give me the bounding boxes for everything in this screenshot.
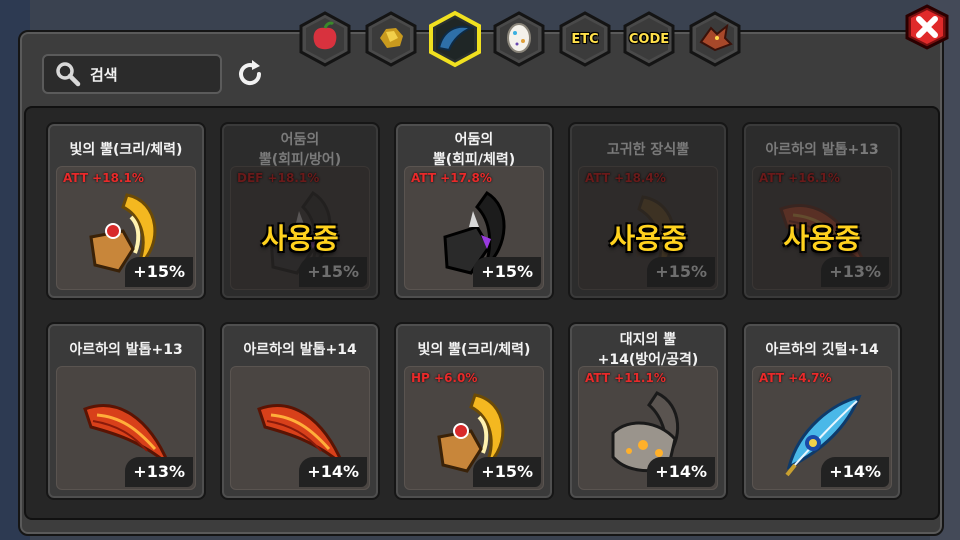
item-name: 대지의 뿔 +14(방어/공격): [597, 332, 699, 368]
red-fruit-icon: [308, 20, 342, 58]
item-name: 어둠의 뿔(회피/체력): [432, 132, 516, 168]
item-percent: +15%: [125, 257, 193, 287]
item-card[interactable]: 아르하의 발톱+14 +14%: [220, 322, 380, 500]
item-card[interactable]: 아르하의 발톱+13 ATT +16.1% 사용중 +13%: [742, 122, 902, 300]
item-stat: ATT +18.1%: [63, 171, 144, 185]
item-name: 아르하의 발톱+13: [765, 142, 879, 158]
refresh-icon: [239, 60, 262, 86]
item-slot: ATT +16.1% 사용중 +13%: [752, 166, 892, 290]
item-percent: +13%: [125, 457, 193, 487]
item-stat: ATT +16.1%: [759, 171, 840, 185]
item-percent: +15%: [473, 457, 541, 487]
item-slot: ATT +17.8% +15%: [404, 166, 544, 290]
tab-label: CODE: [628, 31, 670, 47]
item-card[interactable]: 고귀한 장식뿔 ATT +18.4% 사용중 +15%: [568, 122, 728, 300]
item-name: 어둠의 뿔(회피/방어): [258, 132, 342, 168]
item-card[interactable]: 빛의 뿔(크리/체력) HP +6.0% +15%: [394, 322, 554, 500]
item-stat: ATT +4.7%: [759, 371, 832, 385]
refresh-button[interactable]: [232, 56, 268, 92]
blue-horn-icon: [435, 20, 475, 58]
item-percent: +14%: [299, 457, 367, 487]
item-slot: ATT +11.1% +14%: [578, 366, 718, 490]
item-percent: +13%: [821, 257, 889, 287]
item-stat: DEF +18.1%: [237, 171, 320, 185]
item-name: 아르하의 발톱+13: [69, 342, 183, 358]
in-use-label: 사용중: [609, 222, 687, 255]
item-card[interactable]: 아르하의 깃털+14 ATT +4.7% +14%: [742, 322, 902, 500]
item-stat: ATT +11.1%: [585, 371, 666, 385]
fruit-tab[interactable]: [296, 10, 354, 68]
item-stat: HP +6.0%: [411, 371, 478, 385]
close-icon: [905, 4, 949, 50]
dragon-tab[interactable]: [686, 10, 744, 68]
item-card[interactable]: 빛의 뿔(크리/체력) ATT +18.1% +15%: [46, 122, 206, 300]
item-slot: ATT +18.4% 사용중 +15%: [578, 166, 718, 290]
item-slot: +13%: [56, 366, 196, 490]
search-field[interactable]: 검색: [42, 54, 222, 94]
item-name: 고귀한 장식뿔: [606, 142, 690, 158]
horn-tab[interactable]: [426, 10, 484, 68]
gold-ore-icon: [374, 20, 408, 58]
tab-label: ETC: [571, 31, 599, 47]
item-slot: DEF +18.1% 사용중 +15%: [230, 166, 370, 290]
item-name: 아르하의 깃털+14: [765, 342, 879, 358]
code-tab[interactable]: CODE: [620, 10, 678, 68]
item-slot: HP +6.0% +15%: [404, 366, 544, 490]
item-slot: +14%: [230, 366, 370, 490]
item-name: 아르하의 발톱+14: [243, 342, 357, 358]
item-percent: +15%: [473, 257, 541, 287]
dragon-head-icon: [697, 20, 733, 58]
item-percent: +14%: [647, 457, 715, 487]
item-card[interactable]: 어둠의 뿔(회피/방어) DEF +18.1% 사용중 +15%: [220, 122, 380, 300]
item-card[interactable]: 대지의 뿔 +14(방어/공격) ATT +11.1% +14%: [568, 322, 728, 500]
egg-icon: [503, 19, 535, 59]
search-icon: [56, 62, 81, 87]
close-button[interactable]: [902, 4, 952, 50]
egg-tab[interactable]: [490, 10, 548, 68]
item-percent: +15%: [647, 257, 715, 287]
search-placeholder: 검색: [90, 65, 118, 84]
in-use-label: 사용중: [261, 222, 339, 255]
item-slot: ATT +18.1% +15%: [56, 166, 196, 290]
item-name: 빛의 뿔(크리/체력): [417, 342, 531, 358]
gold-tab[interactable]: [362, 10, 420, 68]
item-percent: +15%: [299, 257, 367, 287]
item-stat: ATT +17.8%: [411, 171, 492, 185]
etc-tab[interactable]: ETC: [556, 10, 614, 68]
in-use-label: 사용중: [783, 222, 861, 255]
item-card[interactable]: 아르하의 발톱+13 +13%: [46, 322, 206, 500]
item-slot: ATT +4.7% +14%: [752, 366, 892, 490]
item-stat: ATT +18.4%: [585, 171, 666, 185]
item-name: 빛의 뿔(크리/체력): [69, 142, 183, 158]
item-percent: +14%: [821, 457, 889, 487]
item-card[interactable]: 어둠의 뿔(회피/체력) ATT +17.8% +15%: [394, 122, 554, 300]
